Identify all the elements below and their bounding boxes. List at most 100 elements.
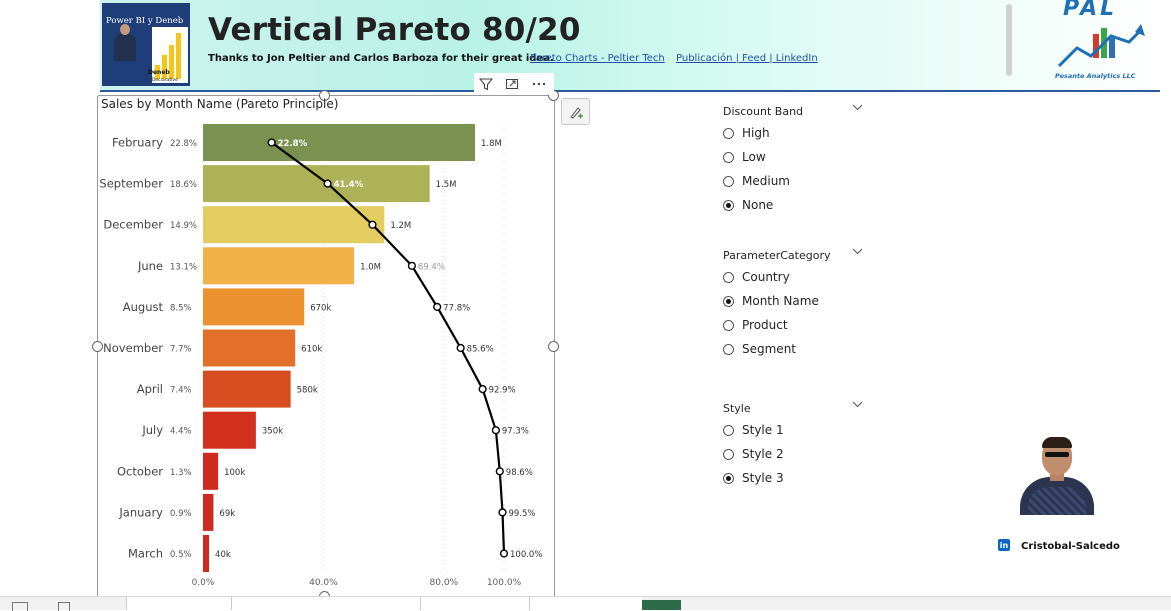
slicer-option[interactable]: Country: [723, 265, 863, 289]
radio-unselected[interactable]: [723, 175, 734, 187]
cumulative-point: [478, 385, 487, 394]
radio-unselected[interactable]: [723, 271, 734, 283]
category-label: April: [137, 382, 163, 396]
thumbnail-deneb-label: Deneb: [148, 69, 170, 76]
pal-logo: PAL Pesante Analytics LLC: [1055, 0, 1145, 86]
slicer-option[interactable]: Low: [723, 145, 863, 169]
value-label: 100k: [224, 468, 245, 478]
category-label: October: [117, 464, 163, 478]
value-label: 580k: [297, 386, 318, 396]
linkedin-icon[interactable]: in: [998, 539, 1010, 551]
cumulative-label: 77.8%: [443, 303, 470, 313]
more-options-icon[interactable]: [527, 73, 551, 95]
slicer-title: ParameterCategory: [723, 249, 831, 262]
bar: [203, 124, 475, 161]
cumulative-label: 97.3%: [502, 427, 529, 437]
slicer-option-label: Low: [742, 150, 766, 164]
cumulative-point: [495, 467, 504, 476]
cumulative-label: 85.6%: [467, 345, 494, 355]
slicer-option[interactable]: Product: [723, 313, 863, 337]
bar: [203, 493, 214, 531]
thumbnail-title: Power BI y Deneb: [106, 16, 184, 26]
category-label: November: [103, 341, 163, 355]
category-label: March: [128, 547, 163, 561]
radio-selected[interactable]: [723, 472, 734, 484]
radio-selected[interactable]: [723, 199, 734, 211]
focus-mode-icon[interactable]: [500, 73, 524, 95]
radio-unselected[interactable]: [723, 424, 734, 436]
header-scroll-indicator: [1006, 4, 1012, 76]
radio-unselected[interactable]: [723, 319, 734, 331]
slicer-option[interactable]: High: [723, 121, 863, 145]
pal-logo-text: PAL: [1063, 0, 1118, 21]
slicer-option[interactable]: Style 1: [723, 418, 863, 442]
radio-unselected[interactable]: [723, 151, 734, 163]
cumulative-label: 92.9%: [489, 386, 516, 396]
chevron-down-icon[interactable]: [852, 247, 863, 258]
page-view-icon[interactable]: [12, 602, 28, 611]
value-label: 610k: [301, 345, 322, 355]
cumulative-label: 41.4%: [334, 180, 364, 190]
cumulative-point: [267, 138, 276, 147]
pareto-chart[interactable]: 0.0% 40.0% 80.0% 100.0% February 22.8% 1.8M Sep…: [97, 115, 553, 596]
slicer-option[interactable]: Medium: [723, 169, 863, 193]
slicer-title: Style: [723, 402, 751, 415]
author-avatar: [1014, 435, 1100, 515]
format-paintbrush-icon[interactable]: [561, 98, 590, 125]
cumulative-label: 69.4%: [418, 262, 445, 272]
page-nav-icon[interactable]: [58, 602, 70, 611]
slicer-header[interactable]: ParameterCategory: [723, 247, 863, 265]
value-label: 1.0M: [360, 262, 381, 272]
share-label: 13.1%: [170, 262, 197, 272]
radio-unselected[interactable]: [723, 448, 734, 460]
cumulative-label: 99.5%: [508, 509, 535, 519]
chevron-down-icon[interactable]: [852, 400, 863, 411]
x-tick-label: 40.0%: [309, 578, 338, 588]
category-label: August: [123, 300, 164, 314]
pal-logo-subtitle: Pesante Analytics LLC: [1055, 72, 1136, 80]
category-label: July: [141, 423, 163, 437]
peltier-link[interactable]: Pareto Charts - Peltier Tech: [530, 53, 665, 64]
slicer-option-label: High: [742, 126, 770, 140]
share-label: 7.4%: [170, 386, 192, 396]
slicer-header[interactable]: Style: [723, 400, 863, 418]
value-label: 40k: [215, 550, 231, 560]
filter-icon[interactable]: [474, 73, 498, 95]
share-label: 7.7%: [170, 345, 192, 355]
chevron-down-icon[interactable]: [852, 103, 863, 114]
linkedin-post-link[interactable]: Publicación | Feed | LinkedIn: [676, 53, 818, 64]
slicer-option[interactable]: Style 3: [723, 466, 863, 490]
bar: [203, 411, 256, 449]
slicer-option-label: Style 3: [742, 471, 784, 485]
bar: [203, 452, 219, 490]
slicer-header[interactable]: Discount Band: [723, 103, 863, 121]
value-label: 1.8M: [481, 139, 502, 149]
slicer-option[interactable]: None: [723, 193, 863, 217]
share-label: 0.9%: [170, 509, 192, 519]
slicer-option-label: Segment: [742, 342, 796, 356]
share-label: 4.4%: [170, 427, 192, 437]
radio-selected[interactable]: [723, 295, 734, 307]
slicer-option-label: Medium: [742, 174, 790, 188]
page-title: Vertical Pareto 80/20: [208, 12, 581, 48]
share-label: 22.8%: [170, 139, 197, 149]
slicer-option-label: Month Name: [742, 294, 819, 308]
slicer-option-label: Product: [742, 318, 788, 332]
page-tabs-strip[interactable]: [126, 597, 642, 610]
slicer-option[interactable]: Segment: [723, 337, 863, 361]
share-label: 1.3%: [170, 468, 192, 478]
radio-unselected[interactable]: [723, 343, 734, 355]
bar: [203, 370, 291, 408]
value-label: 670k: [310, 303, 331, 313]
canvas-left-gutter: [0, 0, 97, 596]
cumulative-point: [323, 179, 332, 188]
slicer-title: Discount Band: [723, 105, 804, 118]
radio-unselected[interactable]: [723, 127, 734, 139]
category-label: February: [112, 136, 163, 150]
slicer-option[interactable]: Month Name: [723, 289, 863, 313]
author-name[interactable]: Cristobal-Salcedo: [1021, 541, 1120, 552]
cumulative-point: [498, 508, 507, 517]
slicer-option[interactable]: Style 2: [723, 442, 863, 466]
thumbnail-deneb-sub: Declarative: [152, 78, 178, 83]
slicer-option-label: Country: [742, 270, 790, 284]
